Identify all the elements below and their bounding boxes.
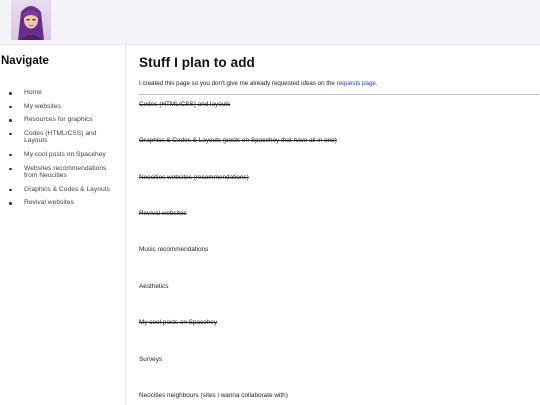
nav-item-resources-for-graphics[interactable]: Resources for graphics xyxy=(0,116,125,124)
nav-item-spacehey-posts[interactable]: My cool posts on Spacehey xyxy=(0,151,125,159)
plan-item: Revival websites xyxy=(139,210,187,217)
nav-item-graphics-codes-layouts[interactable]: Graphics & Codes & Layouts xyxy=(0,186,125,194)
nav-item-codes-and-layouts[interactable]: Codes (HTML/CSS) and Layouts xyxy=(0,130,125,145)
plan-item: Aesthetics xyxy=(139,283,169,290)
requests-page-link[interactable]: requests page xyxy=(337,80,376,87)
top-banner xyxy=(0,0,540,45)
plan-item: Surveys xyxy=(139,356,163,363)
plan-item: Neocities neighbours (sites i wanna coll… xyxy=(139,392,288,399)
plan-item: My cool posts on Spacehey xyxy=(139,319,218,326)
intro-text: I created this page so you don't give me… xyxy=(139,80,378,87)
nav-list: Home My websites Resources for graphics … xyxy=(0,89,125,213)
plan-item: Codes (HTML/CSS) and layouts xyxy=(139,101,231,108)
sidebar: Navigate Home My websites Resources for … xyxy=(0,45,126,405)
nav-item-home[interactable]: Home xyxy=(0,89,125,97)
page-title: Stuff I plan to add xyxy=(139,55,255,70)
intro-suffix: . xyxy=(375,80,378,87)
nav-item-revival-websites[interactable]: Revival websites xyxy=(0,199,125,207)
plan-item: Neocities websites (recommendations) xyxy=(139,174,249,181)
plan-item: Graphics & Codes & Layouts (posts on Spa… xyxy=(139,137,337,144)
intro-prefix: I created this page so you don't give me… xyxy=(139,80,337,87)
nav-item-neocities-recommendations[interactable]: Websites recommendations from Neocities xyxy=(0,165,125,180)
nav-item-my-websites[interactable]: My websites xyxy=(0,103,125,111)
divider xyxy=(139,94,539,95)
sidebar-title: Navigate xyxy=(1,55,49,67)
main-content: Stuff I plan to add I created this page … xyxy=(139,45,539,405)
avatar xyxy=(11,0,51,40)
plan-item: Music recommendations xyxy=(139,246,209,253)
